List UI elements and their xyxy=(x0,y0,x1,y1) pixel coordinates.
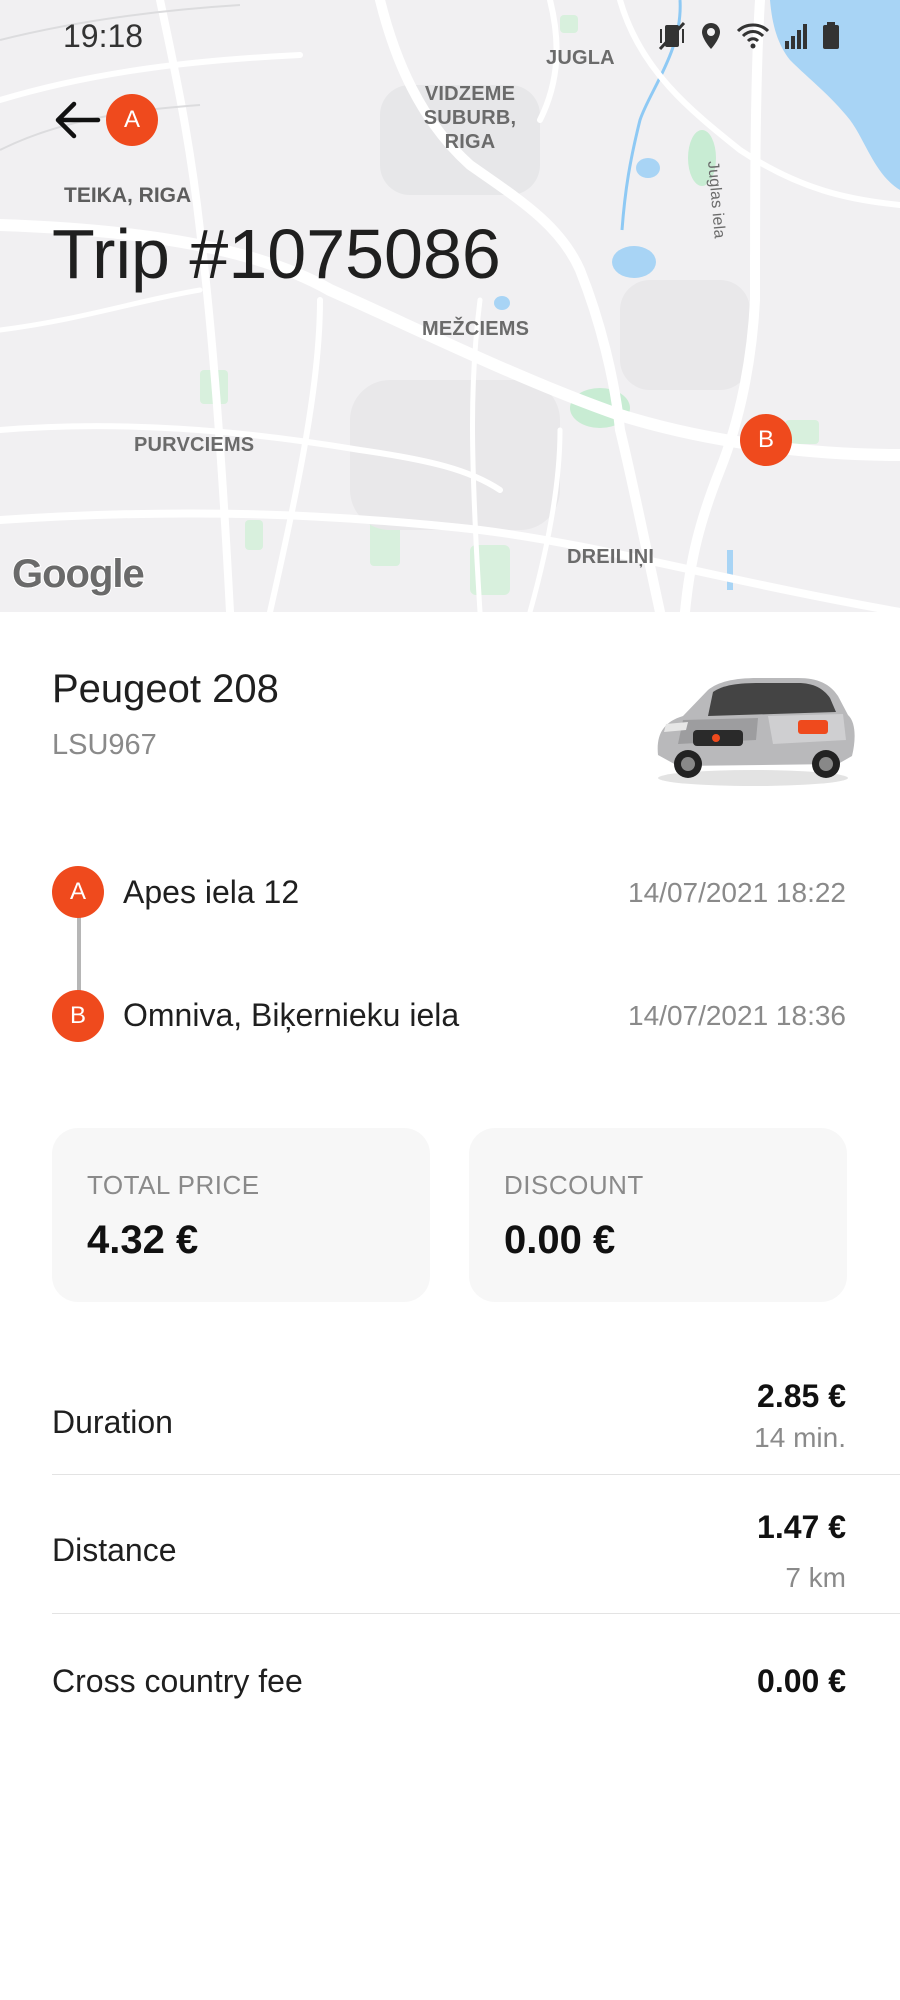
wifi-icon xyxy=(736,23,770,49)
car-image xyxy=(657,678,855,786)
car-plate: LSU967 xyxy=(52,729,157,761)
map-label-dreilini: DREILIŅI xyxy=(567,546,655,568)
route-end-address: Omniva, Biķernieku iela xyxy=(123,997,460,1033)
discount-label: DISCOUNT xyxy=(504,1170,644,1200)
map-label-vidzeme-line1: VIDZEME xyxy=(424,83,516,105)
route-start-address: Apes iela 12 xyxy=(123,874,300,910)
map-label-vidzeme: VIDZEME SUBURB, RIGA xyxy=(400,82,540,154)
total-price-value: 4.32 € xyxy=(87,1218,199,1262)
map-pin-b[interactable]: B xyxy=(740,414,792,466)
row-divider xyxy=(52,1613,900,1614)
trip-map[interactable]: JUGLA VIDZEME SUBURB, RIGA Juglas iela M… xyxy=(0,0,900,612)
total-price-label: TOTAL PRICE xyxy=(87,1170,260,1200)
trip-location-subtitle: TEIKA, RIGA xyxy=(64,184,192,207)
discount-value: 0.00 € xyxy=(504,1218,616,1262)
map-label-vidzeme-line2: SUBURB, RIGA xyxy=(423,107,517,153)
discount-card: DISCOUNT 0.00 € xyxy=(469,1128,847,1302)
duration-label: Duration xyxy=(52,1404,173,1440)
duration-price: 2.85 € xyxy=(757,1378,846,1414)
route-marker-a: A xyxy=(52,866,104,918)
signal-icon xyxy=(785,24,807,49)
map-label-purvciems: PURVCIEMS xyxy=(134,434,255,456)
map-label-mezciems: MEŽCIEMS xyxy=(422,318,530,340)
arrow-left-icon[interactable] xyxy=(52,98,102,142)
cross-country-fee-price: 0.00 € xyxy=(757,1663,846,1699)
route-start-time: 14/07/2021 18:22 xyxy=(628,877,846,908)
location-icon xyxy=(702,23,720,49)
route-marker-b: B xyxy=(52,990,104,1042)
distance-label: Distance xyxy=(52,1532,177,1568)
google-logo: Google xyxy=(11,551,146,597)
mute-vibrate-icon xyxy=(658,21,686,51)
distance-price: 1.47 € xyxy=(757,1509,846,1545)
status-time: 19:18 xyxy=(63,18,144,54)
map-pin-a[interactable]: A xyxy=(106,94,158,146)
row-divider xyxy=(52,1474,900,1475)
distance-detail: 7 km xyxy=(785,1562,846,1593)
status-icons xyxy=(658,18,840,54)
duration-detail: 14 min. xyxy=(754,1422,846,1453)
status-bar: 19:18 xyxy=(0,0,900,72)
car-name: Peugeot 208 xyxy=(52,667,279,711)
cross-country-fee-label: Cross country fee xyxy=(52,1663,303,1699)
page-title: Trip #1075086 xyxy=(52,215,501,293)
total-price-card: TOTAL PRICE 4.32 € xyxy=(52,1128,430,1302)
battery-icon xyxy=(823,22,839,49)
route-end-time: 14/07/2021 18:36 xyxy=(628,1000,846,1031)
